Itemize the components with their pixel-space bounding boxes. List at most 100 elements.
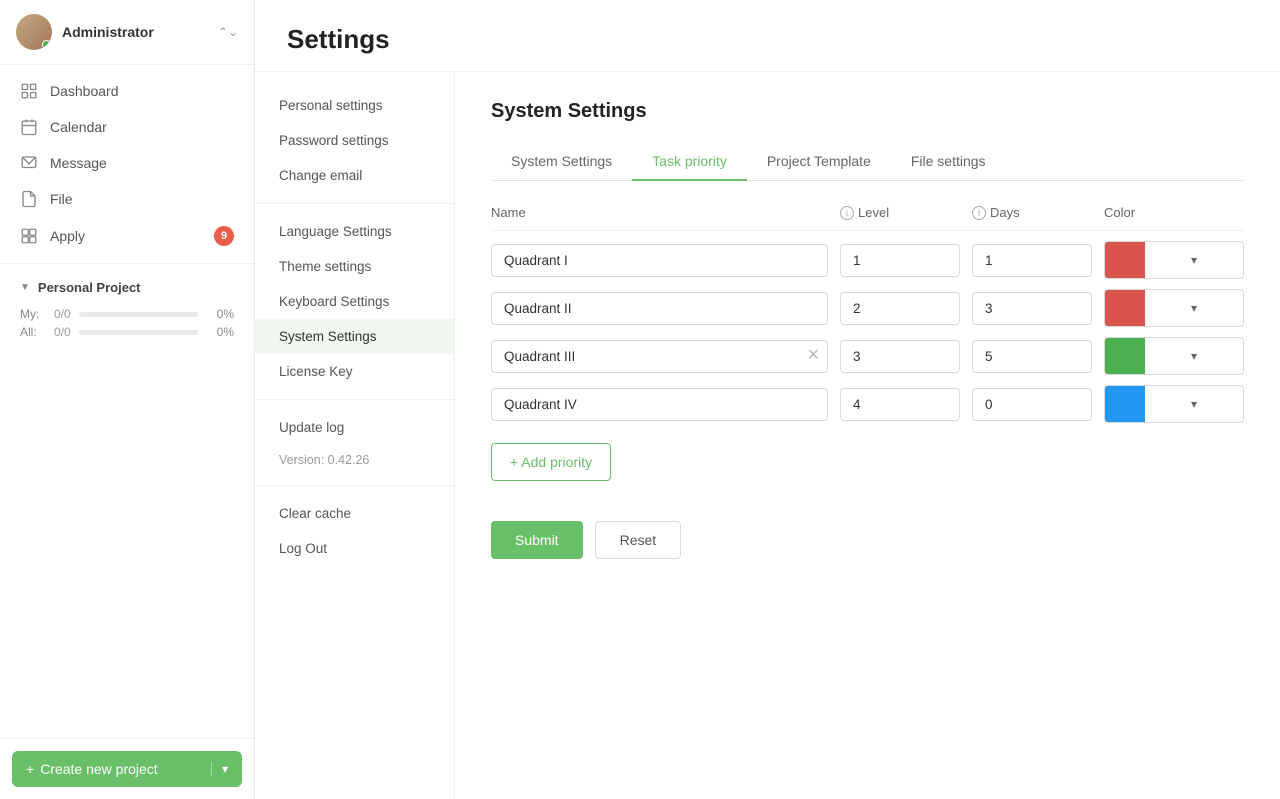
color-dropdown-arrow-1[interactable]: ▾	[1145, 253, 1243, 267]
reset-button[interactable]: Reset	[595, 521, 682, 559]
settings-nav-email[interactable]: Change email	[255, 158, 454, 193]
sidebar: Administrator ⌃⌄ Dashboard Calendar Mess…	[0, 0, 255, 799]
all-label: All:	[20, 325, 46, 339]
color-swatch-4	[1105, 386, 1145, 422]
sidebar-item-file[interactable]: File	[0, 181, 254, 217]
user-name: Administrator	[62, 24, 154, 40]
color-dropdown-arrow-2[interactable]: ▾	[1145, 301, 1243, 315]
project-stats: My: 0/0 0% All: 0/0 0%	[0, 303, 254, 351]
days-input-1[interactable]	[972, 244, 1092, 277]
user-menu-toggle[interactable]: ⌃⌄	[218, 25, 238, 39]
my-progress-bar	[79, 312, 198, 317]
all-pct: 0%	[206, 325, 234, 339]
name-input-3[interactable]	[491, 340, 828, 373]
plus-icon: +	[26, 761, 34, 777]
settings-nav-logout[interactable]: Log Out	[255, 531, 454, 566]
sidebar-item-dashboard[interactable]: Dashboard	[0, 73, 254, 109]
all-stat-row: All: 0/0 0%	[20, 325, 234, 339]
tab-system-settings[interactable]: System Settings	[491, 143, 632, 181]
settings-nav-system[interactable]: System Settings	[255, 319, 454, 354]
settings-nav-update[interactable]: Update log	[255, 410, 454, 445]
main-content: Settings Personal settings Password sett…	[255, 0, 1280, 799]
submit-button[interactable]: Submit	[491, 521, 583, 559]
sidebar-item-calendar[interactable]: Calendar	[0, 109, 254, 145]
message-label: Message	[50, 155, 107, 171]
form-actions: Submit Reset	[491, 521, 1244, 559]
create-project-button[interactable]: + Create new project ▾	[12, 751, 242, 787]
name-input-wrapper-4	[491, 388, 828, 421]
color-selector-2[interactable]: ▾	[1104, 289, 1244, 327]
input-clear-3[interactable]: ✕	[807, 348, 820, 364]
priority-row-1: ▾	[491, 241, 1244, 279]
sidebar-footer: + Create new project ▾	[0, 738, 254, 799]
all-progress-bar	[79, 330, 198, 335]
tab-project-template[interactable]: Project Template	[747, 143, 891, 181]
days-input-4[interactable]	[972, 388, 1092, 421]
settings-nav-theme[interactable]: Theme settings	[255, 249, 454, 284]
settings-nav-cache[interactable]: Clear cache	[255, 496, 454, 531]
color-swatch-2	[1105, 290, 1145, 326]
name-input-4[interactable]	[491, 388, 828, 421]
col-days-header: i Days	[972, 205, 1092, 220]
color-selector-1[interactable]: ▾	[1104, 241, 1244, 279]
apply-badge: 9	[214, 226, 234, 246]
level-info-icon[interactable]: i	[840, 206, 854, 220]
file-label: File	[50, 191, 73, 207]
add-priority-button[interactable]: + Add priority	[491, 443, 611, 481]
tab-file-settings[interactable]: File settings	[891, 143, 1006, 181]
level-input-4[interactable]	[840, 388, 960, 421]
my-pct: 0%	[206, 307, 234, 321]
create-project-dropdown-arrow[interactable]: ▾	[211, 762, 228, 776]
settings-nav-keyboard[interactable]: Keyboard Settings	[255, 284, 454, 319]
color-swatch-3	[1105, 338, 1145, 374]
days-input-3[interactable]	[972, 340, 1092, 373]
color-selector-4[interactable]: ▾	[1104, 385, 1244, 423]
file-icon	[20, 190, 38, 208]
col-level-header: i Level	[840, 205, 960, 220]
level-input-3[interactable]	[840, 340, 960, 373]
days-info-icon[interactable]: i	[972, 206, 986, 220]
color-swatch-1	[1105, 242, 1145, 278]
settings-nav-language[interactable]: Language Settings	[255, 214, 454, 249]
level-input-1[interactable]	[840, 244, 960, 277]
name-input-wrapper-3: ✕	[491, 340, 828, 373]
settings-nav-license[interactable]: License Key	[255, 354, 454, 389]
color-selector-3[interactable]: ▾	[1104, 337, 1244, 375]
level-input-2[interactable]	[840, 292, 960, 325]
settings-nav-password[interactable]: Password settings	[255, 123, 454, 158]
name-input-1[interactable]	[491, 244, 828, 277]
tab-task-priority[interactable]: Task priority	[632, 143, 747, 181]
create-project-label: + Create new project	[26, 761, 158, 777]
color-dropdown-arrow-3[interactable]: ▾	[1145, 349, 1243, 363]
sidebar-nav: Dashboard Calendar Message File Apply 9 …	[0, 65, 254, 738]
my-stat-row: My: 0/0 0%	[20, 307, 234, 321]
priority-row-2: ▾	[491, 289, 1244, 327]
personal-project-label: Personal Project	[38, 280, 141, 295]
settings-main: System Settings System Settings Task pri…	[455, 72, 1280, 799]
user-info[interactable]: Administrator	[16, 14, 154, 50]
dashboard-icon	[20, 82, 38, 100]
collapse-icon: ▼	[20, 282, 30, 293]
col-name-header: Name	[491, 205, 828, 220]
settings-sidebar: Personal settings Password settings Chan…	[255, 72, 455, 799]
all-progress: 0/0	[54, 325, 71, 339]
name-input-wrapper-2	[491, 292, 828, 325]
color-dropdown-arrow-4[interactable]: ▾	[1145, 397, 1243, 411]
sidebar-item-apply[interactable]: Apply 9	[0, 217, 254, 255]
my-progress: 0/0	[54, 307, 71, 321]
settings-nav-personal[interactable]: Personal settings	[255, 88, 454, 123]
settings-section-title: System Settings	[491, 100, 1244, 123]
name-input-2[interactable]	[491, 292, 828, 325]
sidebar-item-message[interactable]: Message	[0, 145, 254, 181]
message-icon	[20, 154, 38, 172]
calendar-icon	[20, 118, 38, 136]
dashboard-label: Dashboard	[50, 83, 119, 99]
page-title: Settings	[287, 24, 1248, 55]
personal-project-header[interactable]: ▼ Personal Project	[0, 272, 254, 303]
col-color-header: Color	[1104, 205, 1244, 220]
main-body: Personal settings Password settings Chan…	[255, 72, 1280, 799]
sidebar-header: Administrator ⌃⌄	[0, 0, 254, 65]
days-input-2[interactable]	[972, 292, 1092, 325]
avatar	[16, 14, 52, 50]
my-label: My:	[20, 307, 46, 321]
